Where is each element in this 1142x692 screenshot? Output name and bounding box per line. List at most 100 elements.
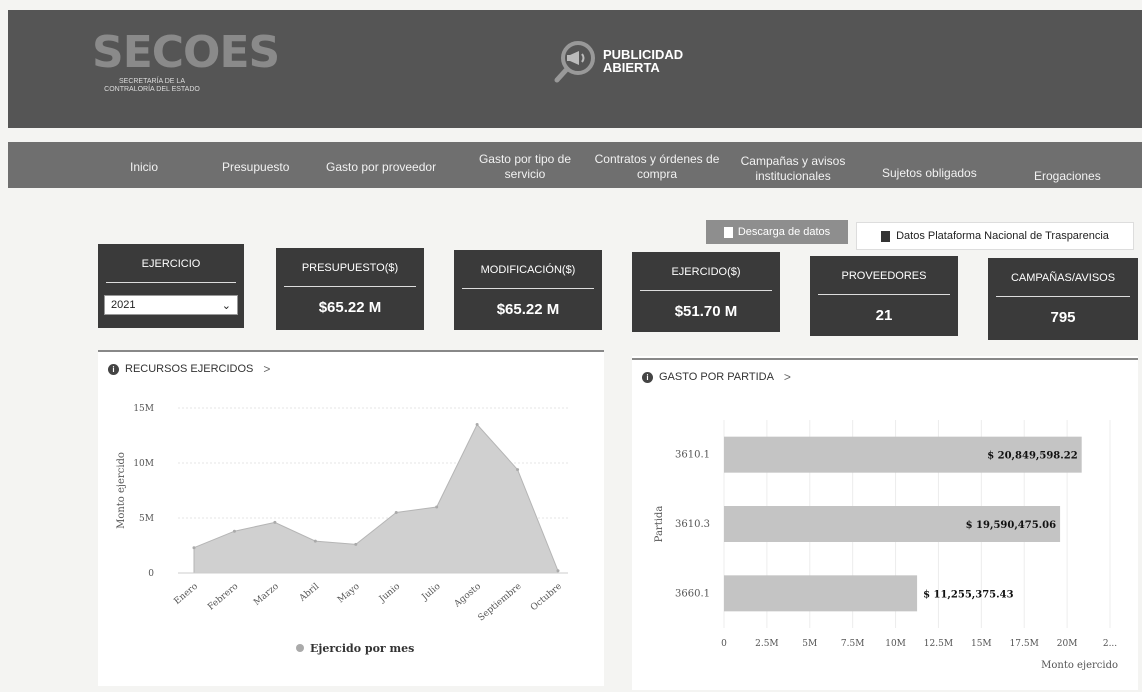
- y-tick-label: 10M: [133, 459, 154, 469]
- y-axis-title: Partida: [654, 506, 665, 543]
- main-navigation: Inicio Presupuesto Gasto por proveedor G…: [8, 142, 1142, 188]
- card-divider: [284, 286, 416, 287]
- data-point: [313, 539, 317, 543]
- presupuesto-card[interactable]: PRESUPUESTO($) $65.22 M: [276, 248, 424, 330]
- gasto-partida-bar-chart: 0 2.5M 5M 7.5M 10M 12.5M 15M 17.5M 20M 2... 3610.1…: [654, 420, 1118, 671]
- x-tick-label: Marzo: [252, 582, 281, 608]
- y-tick-label: 3660.1: [675, 588, 710, 599]
- nav-item-erogaciones[interactable]: Erogaciones: [1034, 169, 1101, 184]
- data-point: [354, 542, 358, 546]
- pnt-data-button[interactable]: Datos Plataforma Nacional de Trasparenci…: [856, 222, 1134, 250]
- x-tick-label: Abril: [297, 582, 321, 605]
- card-label: PROVEEDORES: [841, 270, 927, 282]
- modificacion-card[interactable]: MODIFICACIÓN($) $65.22 M: [454, 250, 602, 330]
- card-divider: [640, 290, 772, 291]
- recursos-ejercidos-header[interactable]: i RECURSOS EJERCIDOS >: [108, 362, 270, 376]
- site-header: SECOES SECRETARÍA DE LA CONTRALORÍA DEL …: [8, 10, 1142, 128]
- card-divider: [996, 296, 1130, 297]
- card-label: EJERCICIO: [141, 258, 201, 270]
- gasto-partida-header[interactable]: i GASTO POR PARTIDA >: [642, 370, 791, 384]
- data-point: [435, 505, 439, 509]
- download-data-button[interactable]: Descarga de datos: [706, 220, 848, 244]
- ejercicio-select[interactable]: 2021 ⌄: [104, 295, 238, 315]
- x-tick-label: Febrero: [206, 582, 240, 613]
- ejercido-value: $51.70 M: [674, 303, 738, 320]
- card-label: CAMPAÑAS/AVISOS: [1010, 272, 1116, 284]
- data-point: [556, 569, 560, 573]
- nav-item-inicio[interactable]: Inicio: [130, 160, 158, 175]
- x-tick-label: 0: [721, 639, 727, 649]
- info-icon[interactable]: i: [642, 371, 653, 383]
- x-tick-label: 2.5M: [755, 639, 779, 649]
- x-tick-label: 12.5M: [924, 639, 953, 649]
- ejercido-card[interactable]: EJERCIDO($) $51.70 M: [632, 252, 780, 332]
- x-tick-label: 5M: [802, 639, 817, 649]
- y-tick-label: 5M: [139, 514, 154, 524]
- data-point: [394, 511, 398, 514]
- y-axis-title: Monto ejercido: [116, 452, 127, 529]
- y-tick-label: 15M: [133, 404, 154, 414]
- x-tick-label: 2...: [1103, 639, 1117, 649]
- nav-item-contratos[interactable]: Contratos y órdenes de compra: [592, 152, 722, 182]
- data-point: [475, 423, 479, 426]
- document-icon: [723, 226, 733, 238]
- bar-value-label: $ 19,590,475.06: [966, 520, 1057, 531]
- nav-item-sujetos-obligados[interactable]: Sujetos obligados: [882, 166, 977, 181]
- panel-divider: [98, 350, 604, 352]
- x-tick-label: Enero: [172, 582, 199, 607]
- modificacion-value: $65.22 M: [496, 301, 560, 318]
- campanas-value: 795: [1050, 309, 1076, 326]
- campanas-card[interactable]: CAMPAÑAS/AVISOS 795: [988, 258, 1138, 340]
- chevron-right-icon: >: [783, 370, 791, 384]
- x-tick-label: 10M: [885, 639, 906, 649]
- ejercicio-card: EJERCICIO 2021 ⌄: [98, 244, 244, 328]
- data-point: [232, 529, 236, 533]
- logo-subtitle: SECRETARÍA DE LA CONTRALORÍA DEL ESTADO: [104, 78, 200, 93]
- legend-marker: [296, 644, 304, 652]
- x-tick-label: Septiembre: [476, 582, 523, 624]
- nav-item-presupuesto[interactable]: Presupuesto: [222, 160, 289, 175]
- x-axis-title: Monto ejercido: [1041, 660, 1118, 671]
- proveedores-card[interactable]: PROVEEDORES 21: [810, 256, 958, 336]
- proveedores-value: 21: [875, 307, 893, 324]
- secoes-logo[interactable]: SECOES SECRETARÍA DE LA CONTRALORÍA DEL …: [92, 27, 280, 94]
- x-tick-label: 15M: [971, 639, 992, 649]
- x-tick-label: Julio: [420, 582, 443, 604]
- bar-value-label: $ 11,255,375.43: [923, 589, 1014, 600]
- card-divider: [462, 288, 594, 289]
- y-tick-label: 0: [148, 569, 154, 579]
- document-icon: [881, 230, 891, 242]
- brand-title: PUBLICIDAD ABIERTA: [603, 47, 684, 75]
- nav-item-campanas[interactable]: Campañas y avisos institucionales: [738, 154, 848, 184]
- x-tick-label: 20M: [1057, 639, 1078, 649]
- card-label: MODIFICACIÓN($): [480, 264, 576, 276]
- x-tick-label: Junio: [377, 582, 402, 605]
- data-point: [516, 468, 520, 472]
- x-tick-label: Octubre: [529, 582, 564, 614]
- presupuesto-value: $65.22 M: [318, 299, 382, 316]
- x-tick-label: 7.5M: [841, 639, 865, 649]
- y-tick-label: 3610.3: [675, 519, 710, 530]
- info-icon[interactable]: i: [108, 363, 119, 375]
- megaphone-search-icon: [554, 41, 595, 83]
- nav-item-gasto-proveedor[interactable]: Gasto por proveedor: [326, 160, 436, 175]
- x-tick-label: 17.5M: [1010, 639, 1039, 649]
- chevron-down-icon: ⌄: [221, 300, 231, 312]
- legend-label: Ejercido por mes: [310, 642, 414, 655]
- card-divider: [818, 294, 950, 295]
- publicidad-abierta-brand[interactable]: PUBLICIDAD ABIERTA: [553, 38, 683, 84]
- recursos-area-chart: 0 5M 10M 15M Monto ejercido Enero Febrero Marzo…: [116, 404, 568, 655]
- card-label: EJERCIDO($): [671, 266, 741, 278]
- card-divider: [106, 282, 236, 283]
- bar-value-label: $ 20,849,598.22: [987, 451, 1078, 462]
- x-tick-label: Agosto: [452, 582, 483, 610]
- area-series-ejercido: [193, 423, 559, 574]
- card-label: PRESUPUESTO($): [301, 262, 399, 274]
- data-point: [192, 546, 196, 550]
- panel-divider: [632, 358, 1138, 360]
- bar-3660-1: [724, 575, 918, 612]
- data-point: [273, 520, 277, 524]
- x-tick-label: Mayo: [336, 582, 362, 606]
- logo-text: SECOES: [92, 27, 280, 78]
- nav-item-gasto-tipo-servicio[interactable]: Gasto por tipo de servicio: [470, 152, 580, 182]
